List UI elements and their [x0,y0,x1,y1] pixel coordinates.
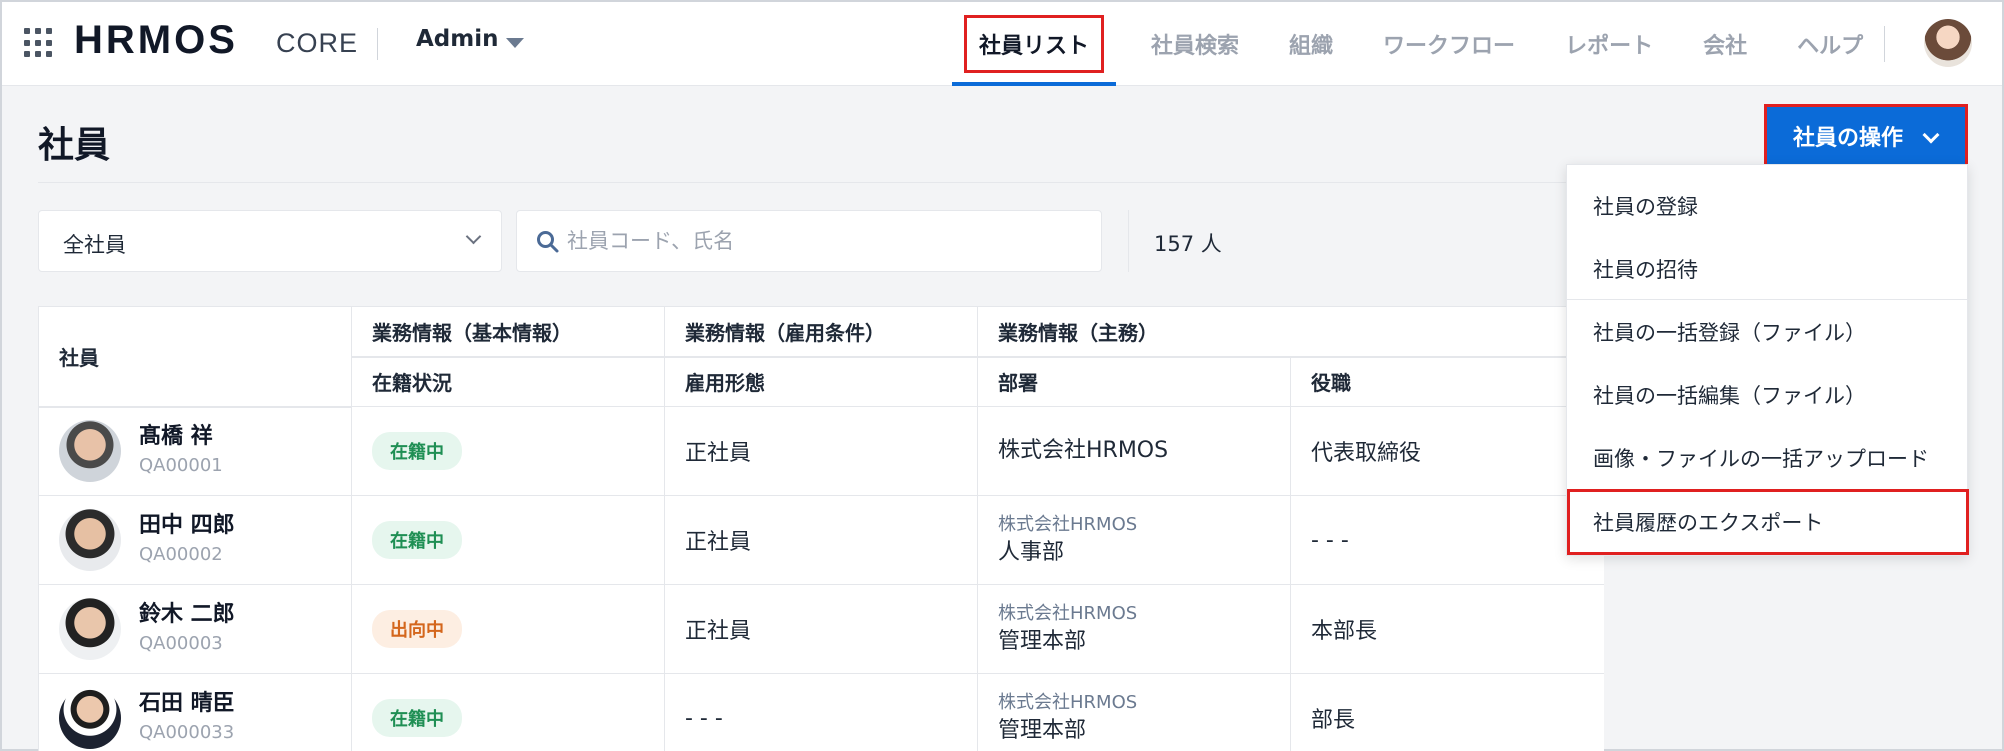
nav-organization[interactable]: 組織 [1264,2,1358,86]
page-title: 社員 [38,125,111,166]
column-group-primary-assignment: 業務情報（主務） [977,306,1604,358]
menu-item-register-employee[interactable]: 社員の登録 [1567,174,1969,237]
department-name: 管理本部 [998,718,1087,743]
table-row[interactable]: 鈴木 二郎 QA00003 出向中 正社員 株式会社HRMOS 管理本部 本部長 [38,584,1604,674]
status-cell: 在籍中 [351,673,665,751]
role-selector[interactable]: Admin [416,26,499,52]
table-row[interactable]: 田中 四郎 QA00002 在籍中 正社員 株式会社HRMOS 人事部 - - … [38,495,1604,585]
position-cell: - - - [1290,495,1604,585]
employee-name[interactable]: 田中 四郎 [139,511,235,541]
status-cell: 出向中 [351,584,665,674]
employment-type-cell: 正社員 [664,406,978,496]
status-badge: 在籍中 [372,699,462,737]
employee-code: QA00003 [139,633,223,654]
employee-cell[interactable]: 田中 四郎 QA00002 [38,495,352,585]
employee-avatar [59,687,121,749]
column-header-employee[interactable]: 社員 [38,306,352,408]
search-input[interactable] [567,211,1087,271]
menu-item-bulk-register-file[interactable]: 社員の一括登録（ファイル） [1567,300,1969,363]
employee-avatar [59,509,121,571]
caret-down-icon[interactable] [506,38,524,48]
menu-item-invite-employee[interactable]: 社員の招待 [1567,237,1969,300]
column-header-department[interactable]: 部署 [977,356,1291,407]
nav-help[interactable]: ヘルプ [1772,2,1888,86]
department-cell: 株式会社HRMOS [977,406,1291,496]
employee-filter-value: 全社員 [63,233,126,257]
column-header-employment-type[interactable]: 雇用形態 [664,356,978,407]
employee-operations-button[interactable]: 社員の操作 [1764,104,1968,168]
divider [1128,210,1129,272]
status-badge: 出向中 [372,610,462,648]
department-cell: 株式会社HRMOS 管理本部 [977,673,1291,751]
search-box[interactable] [516,210,1102,272]
employee-table: 社員 業務情報（基本情報） 業務情報（雇用条件） 業務情報（主務） 在籍状況 雇… [38,306,1604,751]
employee-avatar [59,420,121,483]
employee-code: QA00001 [139,455,223,477]
employment-type-cell: 正社員 [664,584,978,674]
position-cell: 本部長 [1290,584,1604,674]
logo-product: CORE [276,28,359,58]
column-group-employment-terms: 業務情報（雇用条件） [664,306,978,358]
nav-employee-search[interactable]: 社員検索 [1126,2,1264,86]
employee-code: QA00002 [139,544,223,565]
top-header: HRMOS CORE Admin 社員リスト 社員検索 組織 ワークフロー レポ… [2,2,2002,86]
employee-operations-menu: 社員の登録 社員の招待 社員の一括登録（ファイル） 社員の一括編集（ファイル） … [1566,164,1969,556]
menu-item-bulk-edit-file[interactable]: 社員の一括編集（ファイル） [1567,363,1969,426]
department-name: 株式会社HRMOS [998,438,1169,463]
chevron-down-icon [1922,126,1940,144]
column-group-basic-info: 業務情報（基本情報） [351,306,665,358]
employee-cell[interactable]: 髙橋 祥 QA00001 [38,406,352,496]
column-header-position[interactable]: 役職 [1290,356,1604,407]
menu-item-bulk-upload-images[interactable]: 画像・ファイルの一括アップロード [1567,426,1969,489]
department-name: 管理本部 [998,629,1087,654]
department-cell: 株式会社HRMOS 人事部 [977,495,1291,585]
column-header-status[interactable]: 在籍状況 [351,356,665,407]
employee-name[interactable]: 鈴木 二郎 [139,600,235,630]
employee-count: 157 人 [1154,232,1222,256]
nav-company[interactable]: 会社 [1678,2,1772,86]
employee-avatar [59,598,121,660]
employee-code: QA000033 [139,722,235,743]
table-row[interactable]: 髙橋 祥 QA00001 在籍中 正社員 株式会社HRMOS 代表取締役 [38,406,1604,496]
department-cell: 株式会社HRMOS 管理本部 [977,584,1291,674]
status-cell: 在籍中 [351,406,665,496]
menu-item-export-history[interactable]: 社員履歴のエクスポート [1567,489,1969,555]
nav-workflow[interactable]: ワークフロー [1358,2,1540,86]
header-divider [377,28,378,60]
header-divider [1884,26,1885,62]
nav-employee-list[interactable]: 社員リスト [942,2,1126,86]
status-badge: 在籍中 [372,521,462,559]
employee-filter-select[interactable]: 全社員 [38,210,502,272]
department-parent: 株式会社HRMOS [998,603,1138,624]
employee-cell[interactable]: 鈴木 二郎 QA00003 [38,584,352,674]
employee-cell[interactable]: 石田 晴臣 QA000033 [38,673,352,751]
table-row[interactable]: 石田 晴臣 QA000033 在籍中 - - - 株式会社HRMOS 管理本部 … [38,673,1604,751]
employee-operations-label: 社員の操作 [1793,126,1904,151]
app-grid-icon[interactable] [24,28,54,58]
employee-name[interactable]: 石田 晴臣 [139,689,235,719]
user-avatar[interactable] [1924,19,1972,67]
employment-type-cell: 正社員 [664,495,978,585]
main-nav: 社員リスト 社員検索 組織 ワークフロー レポート 会社 ヘルプ [942,2,1888,86]
employment-type-cell: - - - [664,673,978,751]
status-cell: 在籍中 [351,495,665,585]
position-cell: 部長 [1290,673,1604,751]
department-parent: 株式会社HRMOS [998,514,1138,535]
search-icon [537,231,559,253]
department-name: 人事部 [998,540,1065,565]
employee-name[interactable]: 髙橋 祥 [139,422,223,452]
nav-report[interactable]: レポート [1540,2,1678,86]
chevron-down-icon [465,228,482,245]
position-cell: 代表取締役 [1290,406,1604,496]
department-parent: 株式会社HRMOS [998,692,1138,713]
logo[interactable]: HRMOS [74,18,238,63]
status-badge: 在籍中 [372,432,462,470]
